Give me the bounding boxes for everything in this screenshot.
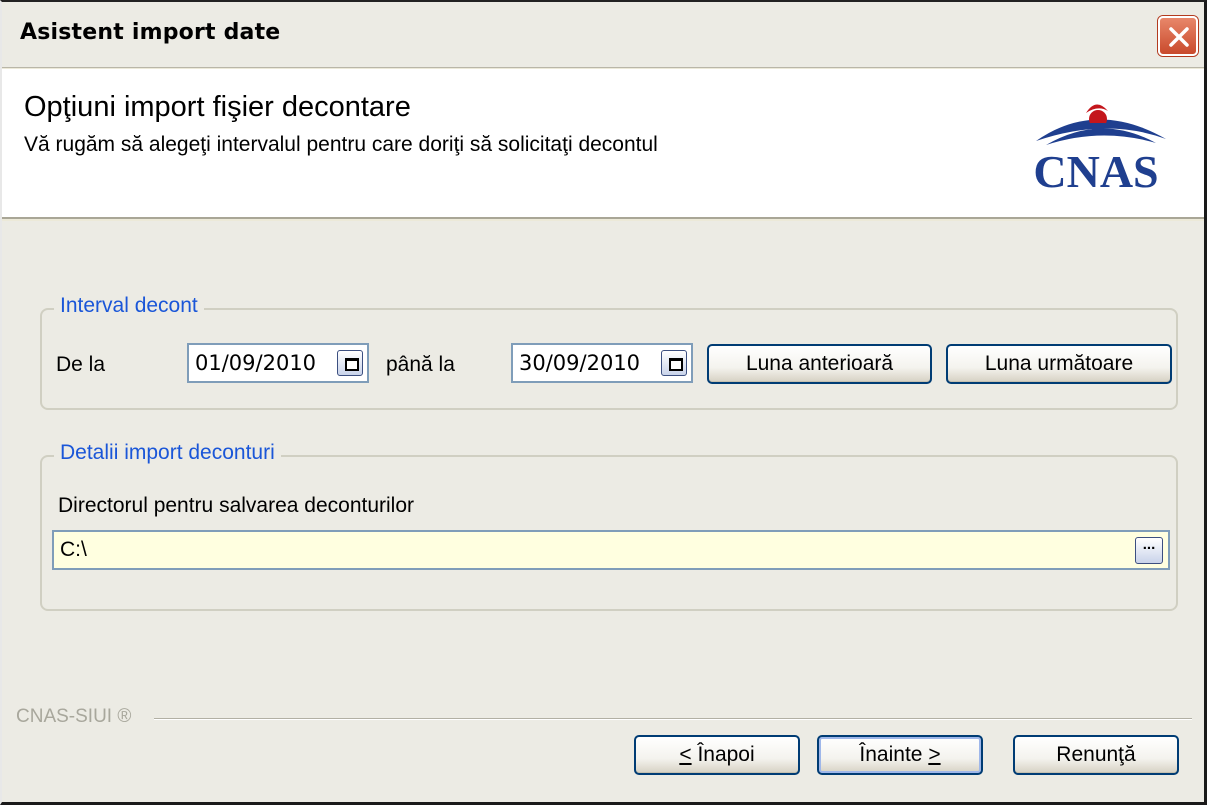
back-label: Înapoi xyxy=(697,743,755,766)
wizard-header: Opţiuni import fişier decontare Vă rugăm… xyxy=(2,69,1204,219)
back-prefix: < xyxy=(679,743,692,766)
directory-label: Directorul pentru salvarea deconturilor xyxy=(58,494,415,517)
page-title: Opţiuni import fişier decontare xyxy=(24,91,411,123)
from-calendar-icon[interactable] xyxy=(337,350,363,376)
browse-button[interactable]: ... xyxy=(1135,537,1163,564)
directory-value: C:\ xyxy=(60,538,87,561)
wizard-content: Interval decont De la 01/09/2010 până la… xyxy=(2,221,1204,802)
import-wizard-window: Asistent import date Opţiuni import fişi… xyxy=(0,0,1207,805)
brand-label: CNAS-SIUI ® xyxy=(16,706,132,727)
close-icon xyxy=(1169,27,1189,47)
next-label: Înainte xyxy=(859,743,923,766)
title-bar[interactable]: Asistent import date xyxy=(2,2,1204,68)
back-button[interactable]: < Înapoi xyxy=(634,735,800,775)
next-suffix: > xyxy=(928,743,941,766)
from-date-input[interactable]: 01/09/2010 xyxy=(187,343,369,383)
directory-input[interactable]: C:\ ... xyxy=(52,530,1170,570)
from-label: De la xyxy=(56,353,106,376)
cnas-logo: CNAS xyxy=(1016,93,1176,197)
from-date-value: 01/09/2010 xyxy=(195,351,317,375)
close-button[interactable] xyxy=(1158,16,1198,56)
to-calendar-icon[interactable] xyxy=(661,350,687,376)
logo-text: CNAS xyxy=(1033,146,1158,193)
to-label: până la xyxy=(386,353,455,376)
next-button[interactable]: Înainte > xyxy=(817,735,983,775)
footer-divider xyxy=(154,718,1192,720)
details-legend: Detalii import deconturi xyxy=(54,441,281,465)
window-title: Asistent import date xyxy=(20,20,281,45)
cancel-button[interactable]: Renunţă xyxy=(1013,735,1179,775)
interval-legend: Interval decont xyxy=(54,294,204,318)
to-date-input[interactable]: 30/09/2010 xyxy=(511,343,693,383)
previous-month-button[interactable]: Luna anterioară xyxy=(707,344,932,384)
next-month-button[interactable]: Luna următoare xyxy=(946,344,1172,384)
page-subtitle: Vă rugăm să alegeţi intervalul pentru ca… xyxy=(24,133,658,156)
to-date-value: 30/09/2010 xyxy=(519,351,641,375)
